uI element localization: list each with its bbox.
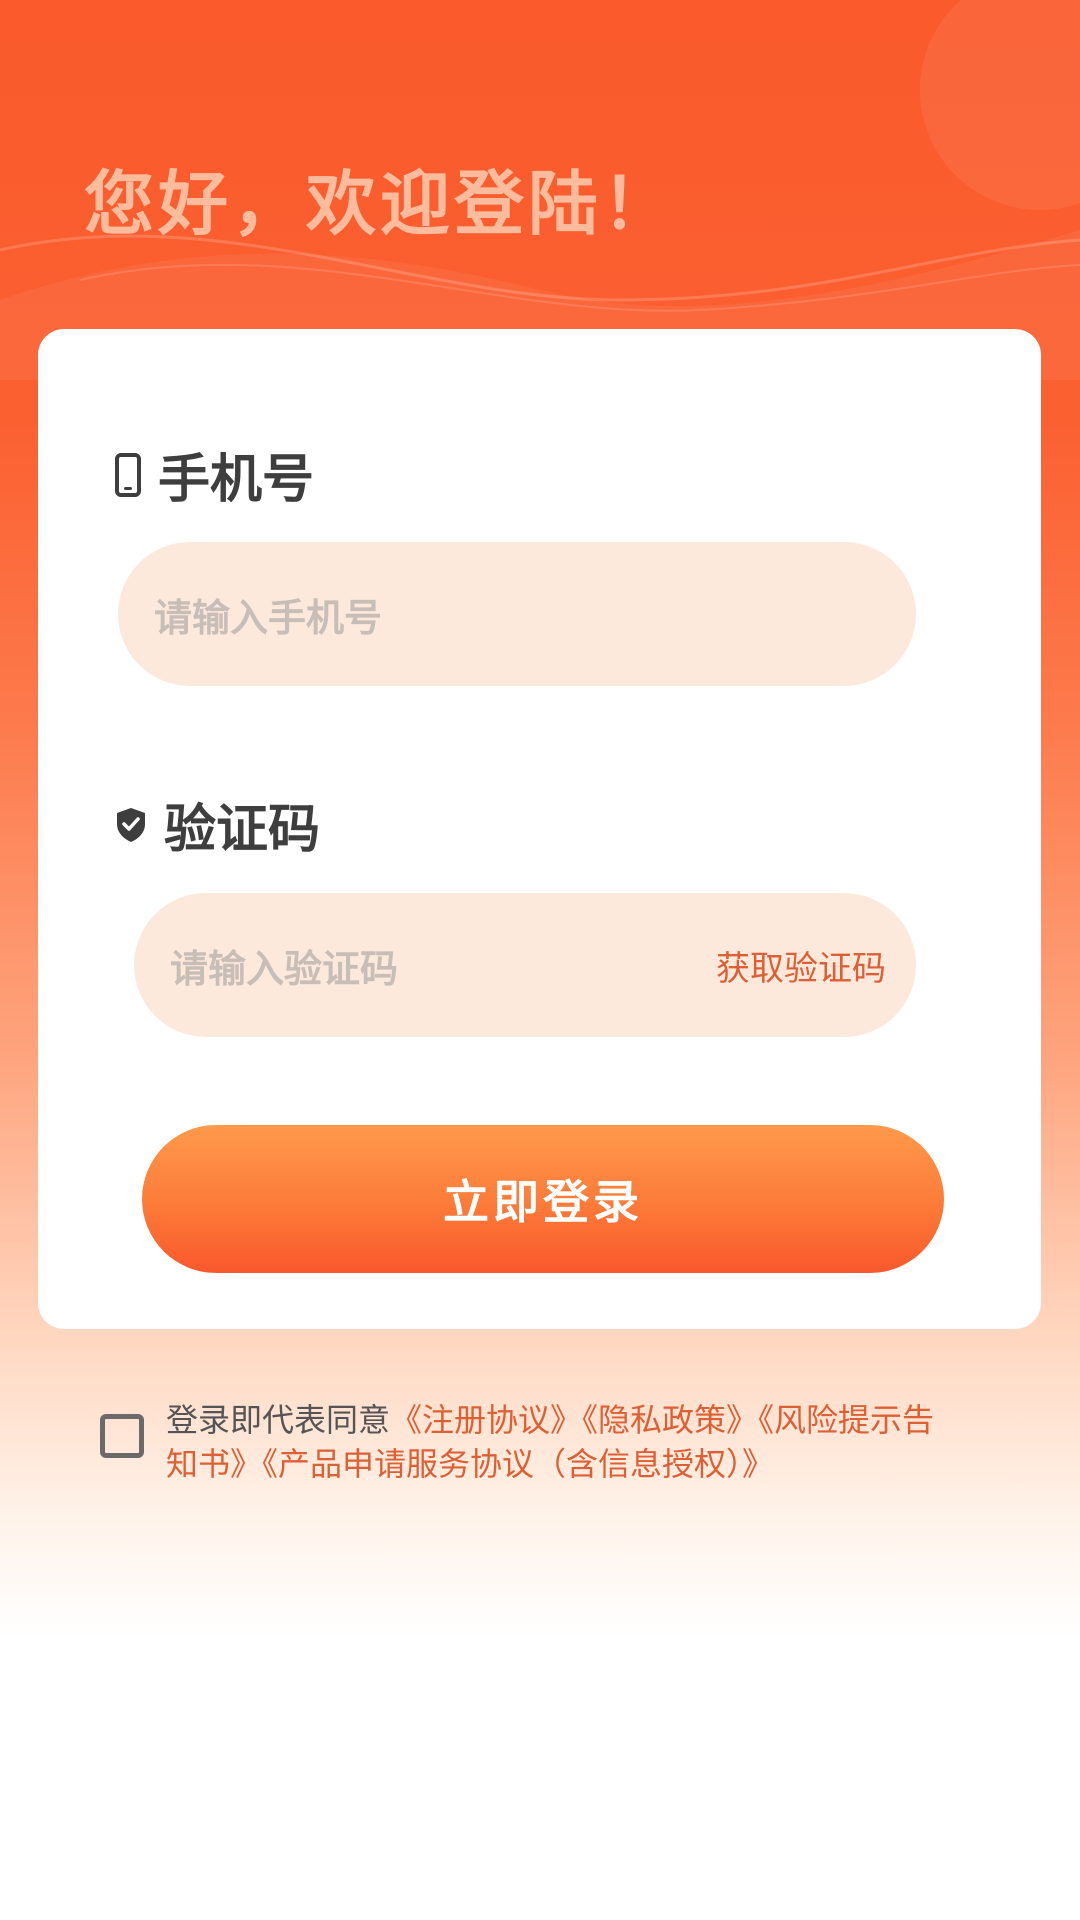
agreement-prefix: 登录即代表同意 [166, 1401, 391, 1439]
mobile-phone-icon [114, 452, 142, 498]
link-privacy-policy[interactable]: 《隐私政策》 [582, 1401, 758, 1439]
get-verification-code-button[interactable]: 获取验证码 [716, 941, 886, 990]
link-product-service-agreement[interactable]: 《产品申请服务协议（含信息授权）》 [262, 1445, 774, 1483]
agreement-checkbox[interactable] [100, 1414, 144, 1458]
login-button[interactable]: 立即登录 [142, 1125, 944, 1273]
verification-code-input[interactable]: 请输入验证码 获取验证码 [134, 893, 916, 1037]
code-label: 验证码 [114, 787, 320, 862]
phone-input[interactable]: 请输入手机号 [118, 542, 916, 686]
agreement-text: 登录即代表同意《注册协议》《隐私政策》《风险提示告知书》《产品申请服务协议（含信… [166, 1398, 966, 1486]
agreement-row: 登录即代表同意《注册协议》《隐私政策》《风险提示告知书》《产品申请服务协议（含信… [100, 1398, 980, 1486]
shield-check-icon [114, 806, 148, 844]
link-registration-agreement[interactable]: 《注册协议》 [390, 1401, 582, 1439]
phone-label-text: 手机号 [158, 450, 315, 510]
code-label-text: 验证码 [164, 800, 321, 860]
phone-input-placeholder: 请输入手机号 [154, 595, 383, 640]
login-card: 手机号 请输入手机号 验证码 请输入验证码 获取验证码 立即登录 [38, 329, 1041, 1329]
welcome-title: 您好，欢迎登陆！ [84, 163, 676, 245]
code-input-placeholder: 请输入验证码 [170, 946, 399, 991]
phone-label: 手机号 [114, 437, 314, 512]
